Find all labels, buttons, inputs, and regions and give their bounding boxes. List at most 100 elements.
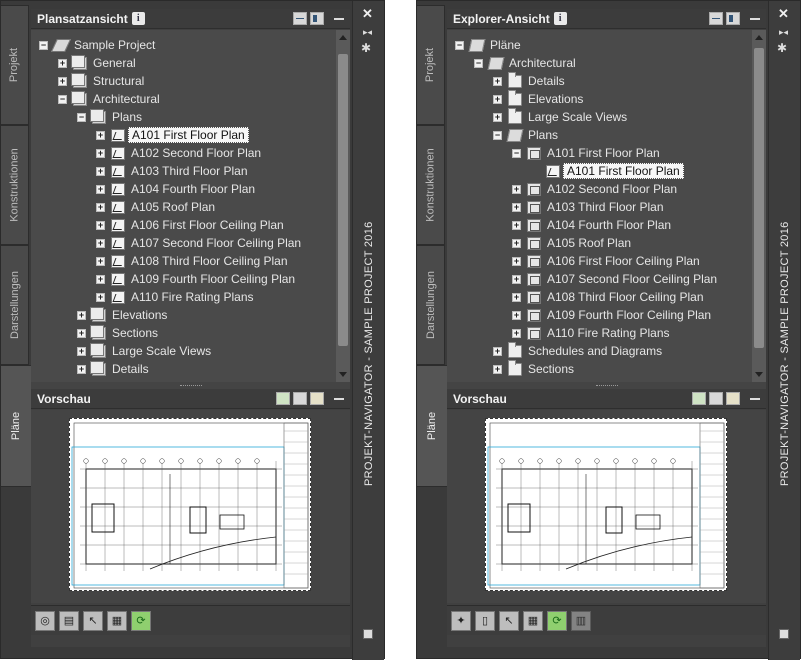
expand-icon[interactable]: + [493, 112, 502, 122]
info-icon[interactable]: i [553, 12, 567, 25]
tree-item[interactable]: + A109 Fourth Floor Ceiling Plan [96, 270, 295, 288]
tree-item[interactable]: + A107 Second Floor Ceiling Plan [96, 234, 301, 252]
tree-item[interactable]: − Sample Project [39, 36, 155, 54]
expand-icon[interactable]: + [493, 94, 502, 104]
tree-item[interactable]: − A101 First Floor Plan [512, 144, 660, 162]
expand-icon[interactable]: + [77, 364, 86, 374]
tree-item[interactable]: + A109 Fourth Floor Ceiling Plan [512, 306, 711, 324]
expand-icon[interactable]: + [512, 328, 521, 338]
expand-icon[interactable]: + [512, 256, 521, 266]
sheet-view-icon[interactable] [726, 12, 740, 25]
expand-icon[interactable]: + [96, 184, 105, 194]
collapse-icon[interactable]: − [39, 40, 48, 50]
expand-icon[interactable]: + [96, 130, 105, 140]
expand-icon[interactable]: + [493, 364, 502, 374]
expand-icon[interactable]: + [96, 148, 105, 158]
expand-icon[interactable]: + [512, 202, 521, 212]
toggle-view-icon[interactable] [709, 12, 723, 25]
tree-item[interactable]: + A102 Second Floor Plan [96, 144, 261, 162]
refresh-icon[interactable]: ⟳ [547, 610, 567, 631]
refresh-icon[interactable]: ⟳ [131, 610, 151, 631]
preview-detail-icon[interactable] [310, 392, 324, 405]
tree-item[interactable]: + Schedules and Diagrams [493, 341, 662, 360]
collapse-icon[interactable]: − [512, 148, 521, 158]
preview-list-icon[interactable] [293, 392, 307, 405]
tree-item[interactable]: + A101 First Floor Plan [96, 126, 249, 144]
preview-mode-icon[interactable] [276, 392, 290, 405]
preview-minimize-icon[interactable] [750, 397, 760, 400]
tab-plaene[interactable]: Pläne [417, 365, 447, 487]
expand-icon[interactable]: + [58, 76, 67, 86]
tree-scrollbar[interactable] [336, 30, 350, 382]
preview-detail-icon[interactable] [726, 392, 740, 405]
tree-item[interactable]: + A102 Second Floor Plan [512, 180, 677, 198]
expand-icon[interactable]: + [512, 220, 521, 230]
sheet-list-icon[interactable]: ▤ [59, 610, 79, 631]
tree-scrollbar[interactable] [752, 30, 766, 382]
tree-item[interactable]: + A103 Third Floor Plan [96, 162, 248, 180]
splitter-handle[interactable] [31, 382, 350, 389]
tree-item[interactable]: − Plans [77, 108, 142, 126]
tree-item[interactable]: + A104 Fourth Floor Plan [96, 180, 255, 198]
auto-hide-icon[interactable]: ▸◂ [779, 27, 788, 38]
minimize-icon[interactable] [750, 17, 760, 20]
preview-mode-icon[interactable] [692, 392, 706, 405]
palette-menu-icon[interactable] [779, 629, 789, 639]
select-pointer-icon[interactable]: ↖ [83, 610, 103, 631]
collapse-icon[interactable]: − [58, 94, 67, 104]
preview-list-icon[interactable] [709, 392, 723, 405]
properties-icon[interactable]: ✱ [361, 41, 371, 55]
globe-sync-icon[interactable]: ◎ [35, 610, 55, 631]
tree-item[interactable]: + A106 First Floor Ceiling Plan [512, 252, 700, 270]
tree-item[interactable]: + A105 Roof Plan [96, 198, 215, 216]
tree-item[interactable]: + Large Scale Views [493, 107, 627, 126]
tree-item[interactable]: + Sections [493, 359, 574, 378]
tree-item[interactable]: + A110 Fire Rating Plans [512, 324, 670, 342]
expand-icon[interactable]: + [96, 220, 105, 230]
collapse-icon[interactable]: − [474, 58, 483, 68]
tab-konstruktionen[interactable]: Konstruktionen [417, 125, 445, 245]
expand-icon[interactable]: + [493, 346, 502, 356]
minimize-icon[interactable] [334, 17, 344, 20]
properties-icon[interactable]: ✱ [777, 41, 787, 55]
expand-icon[interactable]: + [512, 292, 521, 302]
grid-icon[interactable]: ▦ [523, 610, 543, 631]
tree-item[interactable]: + A107 Second Floor Ceiling Plan [512, 270, 717, 288]
close-icon[interactable]: ✕ [362, 6, 373, 22]
collapse-icon[interactable]: − [455, 40, 464, 50]
expand-icon[interactable]: + [512, 238, 521, 248]
tree-item[interactable]: + Large Scale Views [77, 342, 211, 360]
select-pointer-icon[interactable]: ↖ [499, 610, 519, 631]
tree-item[interactable]: + A104 Fourth Floor Plan [512, 216, 671, 234]
tree-item[interactable]: − Architectural [58, 90, 160, 108]
tree-item[interactable]: − Plans [493, 126, 558, 144]
expand-icon[interactable]: + [493, 76, 502, 86]
expand-icon[interactable]: + [512, 310, 521, 320]
expand-icon[interactable]: + [512, 184, 521, 194]
collapse-icon[interactable]: − [493, 130, 502, 140]
tab-darstellungen[interactable]: Darstellungen [1, 245, 29, 365]
expand-icon[interactable]: + [96, 238, 105, 248]
tree-item[interactable]: − Architectural [474, 54, 576, 72]
tab-projekt[interactable]: Projekt [417, 5, 445, 125]
tree-item[interactable]: + A110 Fire Rating Plans [96, 288, 254, 306]
expand-icon[interactable]: + [96, 274, 105, 284]
close-icon[interactable]: ✕ [778, 6, 789, 22]
expand-icon[interactable]: + [77, 310, 86, 320]
splitter-handle[interactable] [447, 382, 766, 389]
tab-projekt[interactable]: Projekt [1, 5, 29, 125]
tree-item[interactable]: + A105 Roof Plan [512, 234, 631, 252]
new-sheet-icon[interactable]: ✦ [451, 610, 471, 631]
expand-icon[interactable]: + [96, 202, 105, 212]
info-icon[interactable]: i [131, 12, 145, 25]
expand-icon[interactable]: + [96, 166, 105, 176]
tree-item[interactable]: + General [58, 54, 136, 72]
clipboard-icon[interactable]: ▯ [475, 610, 495, 631]
expand-icon[interactable]: + [512, 274, 521, 284]
preview-minimize-icon[interactable] [334, 397, 344, 400]
tree-item[interactable]: + Structural [58, 72, 144, 90]
expand-icon[interactable]: + [96, 256, 105, 266]
tree-item[interactable]: + A108 Third Floor Ceiling Plan [96, 252, 288, 270]
tab-konstruktionen[interactable]: Konstruktionen [1, 125, 29, 245]
toggle-view-icon[interactable] [293, 12, 307, 25]
